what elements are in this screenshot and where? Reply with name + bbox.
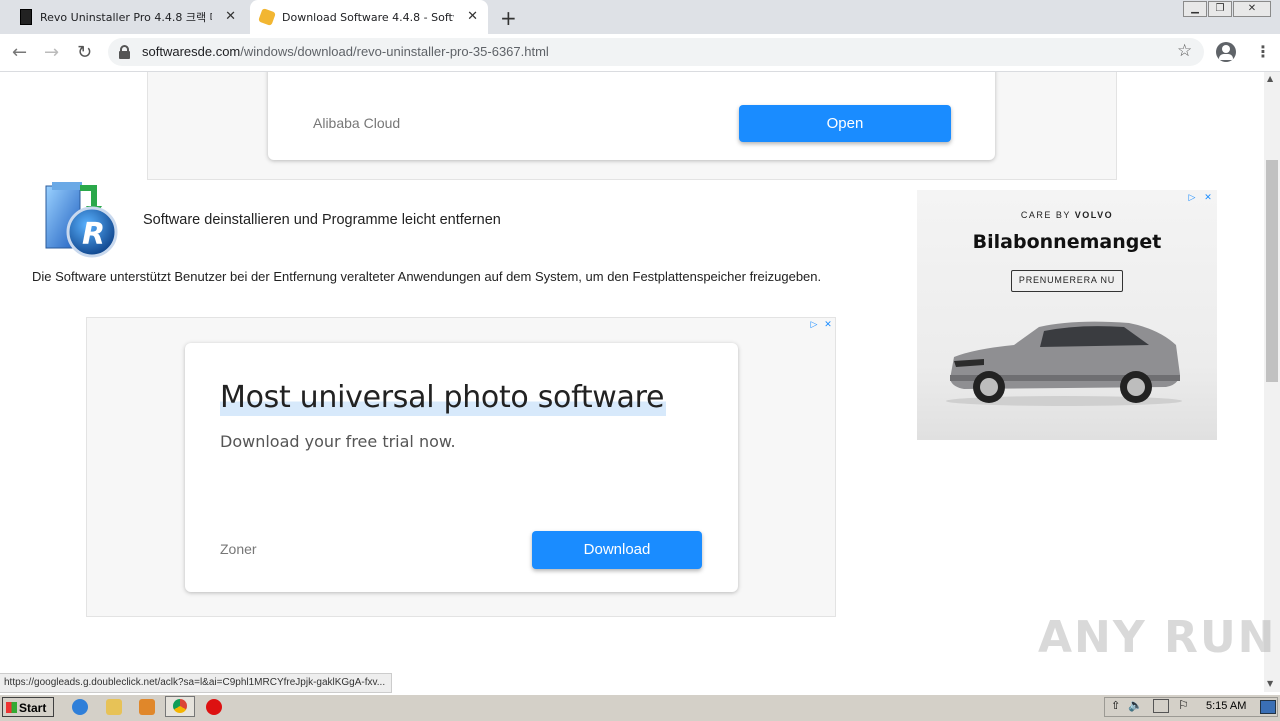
ad-close-icon[interactable]: ✕ xyxy=(822,319,834,331)
scroll-down-arrow-icon[interactable]: ▼ xyxy=(1267,679,1273,688)
scrollbar-thumb[interactable] xyxy=(1266,160,1278,382)
side-ad-cta-button[interactable]: PRENUMERERA NU xyxy=(1011,270,1123,292)
show-desktop-icon[interactable] xyxy=(1260,700,1276,714)
media-player-icon[interactable] xyxy=(139,699,155,715)
main-ad-subline[interactable]: Download your free trial now. xyxy=(220,432,456,451)
link-status-bar: https://googleads.g.doubleclick.net/aclk… xyxy=(0,673,393,693)
action-center-flag-icon[interactable]: ⚐ xyxy=(1178,698,1189,712)
chrome-taskbar-button[interactable] xyxy=(165,696,195,717)
forward-button[interactable]: → xyxy=(44,42,59,63)
scroll-up-arrow-icon[interactable]: ▲ xyxy=(1267,74,1273,83)
file-explorer-icon[interactable] xyxy=(106,699,122,715)
tray-expand-icon[interactable]: ⇧ xyxy=(1111,699,1120,712)
ad-choices-icon[interactable]: ▷ xyxy=(808,319,820,331)
minimize-button[interactable]: ▁ xyxy=(1183,1,1207,17)
start-label: Start xyxy=(19,701,47,715)
internet-explorer-icon[interactable] xyxy=(72,699,88,715)
top-ad-source[interactable]: Alibaba Cloud xyxy=(313,115,400,131)
start-button[interactable]: Start xyxy=(2,697,54,717)
tab-label: Download Software 4.4.8 - Software xyxy=(282,10,454,24)
url-host: softwaresde.com xyxy=(142,44,241,59)
main-ad-source[interactable]: Zoner xyxy=(220,541,257,557)
volume-icon[interactable]: 🔈 xyxy=(1128,698,1143,712)
reload-button[interactable]: ↻ xyxy=(77,42,92,63)
stop-sign-app-icon[interactable] xyxy=(206,699,222,715)
site-favicon-icon xyxy=(258,8,276,26)
main-ad-headline[interactable]: Most universal photo software xyxy=(220,380,667,416)
car-image xyxy=(944,317,1184,407)
main-ad-download-button[interactable]: Download xyxy=(532,531,702,569)
windows-logo-icon xyxy=(6,702,17,713)
taskbar-clock[interactable]: 5:15 AM xyxy=(1206,700,1246,712)
side-ad-brand-bold: VOLVO xyxy=(1074,210,1114,220)
maximize-button[interactable]: ❐ xyxy=(1208,1,1232,17)
revo-uninstaller-logo-icon: R xyxy=(44,182,120,258)
article-body: Die Software unterstützt Benutzer bei de… xyxy=(32,269,822,284)
menu-kebab-icon[interactable]: ⋮ xyxy=(1255,42,1271,61)
close-tab-icon[interactable]: ✕ xyxy=(225,9,236,24)
url-path: /windows/download/revo-uninstaller-pro-3… xyxy=(240,44,549,59)
bookmark-star-icon[interactable]: ☆ xyxy=(1177,41,1192,61)
side-ad-title: Bilabonnemanget xyxy=(972,231,1162,253)
article-heading: Software deinstallieren und Programme le… xyxy=(143,212,501,228)
chrome-icon xyxy=(173,699,187,713)
side-ad-brand: CARE BY VOLVO xyxy=(917,210,1217,220)
side-ad-brand-line: CARE BY xyxy=(1020,210,1071,220)
tab-download-software[interactable]: Download Software 4.4.8 - Software ✕ xyxy=(250,0,488,34)
side-ad-close-icon[interactable]: ✕ xyxy=(1202,192,1214,204)
close-tab-icon[interactable]: ✕ xyxy=(467,9,478,24)
page-favicon-icon xyxy=(20,9,32,25)
close-window-button[interactable]: ✕ xyxy=(1233,1,1271,17)
lock-icon-body xyxy=(119,51,130,59)
tab-label: Revo Uninstaller Pro 4.4.8 크랙 다운로드 xyxy=(40,11,212,24)
anyrun-watermark: ANY RUN xyxy=(1038,612,1277,663)
svg-text:R: R xyxy=(82,217,105,252)
tab-revo-uninstaller[interactable]: Revo Uninstaller Pro 4.4.8 크랙 다운로드 ✕ xyxy=(10,0,246,34)
web-page: Alibaba Cloud Open R Software deinstalli… xyxy=(0,72,1264,692)
back-button[interactable]: ← xyxy=(12,42,27,63)
new-tab-button[interactable]: + xyxy=(500,6,517,30)
top-ad-open-button[interactable]: Open xyxy=(739,105,951,142)
url-text[interactable]: softwaresde.com/windows/download/revo-un… xyxy=(142,44,549,59)
network-icon[interactable] xyxy=(1153,699,1169,713)
profile-avatar-icon[interactable] xyxy=(1216,42,1236,62)
side-ad-choices-icon[interactable]: ▷ xyxy=(1186,192,1198,204)
